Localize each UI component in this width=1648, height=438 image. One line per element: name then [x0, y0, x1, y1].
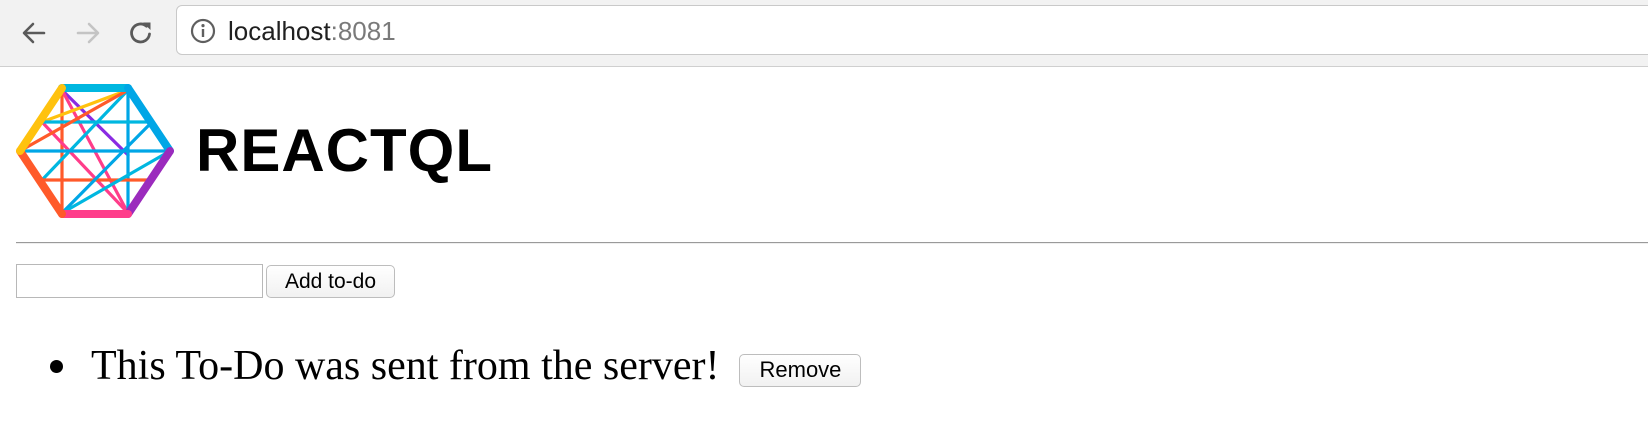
url-host: localhost [228, 16, 331, 46]
forward-button[interactable] [68, 13, 108, 53]
arrow-left-icon [22, 22, 46, 44]
list-item: This To-Do was sent from the server! Rem… [50, 340, 862, 392]
bullet-icon [50, 359, 63, 373]
divider [16, 242, 1648, 244]
todo-input[interactable] [16, 264, 263, 298]
reactql-logo-icon [16, 84, 174, 218]
browser-toolbar: localhost:8081 [0, 0, 1648, 67]
remove-button[interactable]: Remove [739, 353, 862, 387]
arrow-right-icon [76, 22, 100, 44]
todo-text: This To-Do was sent from the server! [91, 343, 720, 389]
url-port: :8081 [330, 16, 396, 46]
brand-title: REACTQL [196, 117, 493, 184]
address-bar[interactable]: localhost:8081 [176, 5, 1648, 55]
reload-button[interactable] [121, 13, 161, 53]
back-button[interactable] [14, 13, 54, 53]
url-text[interactable]: localhost:8081 [228, 16, 396, 46]
reload-icon [130, 22, 151, 44]
info-icon[interactable] [190, 18, 216, 44]
add-todo-button[interactable]: Add to-do [266, 265, 395, 298]
